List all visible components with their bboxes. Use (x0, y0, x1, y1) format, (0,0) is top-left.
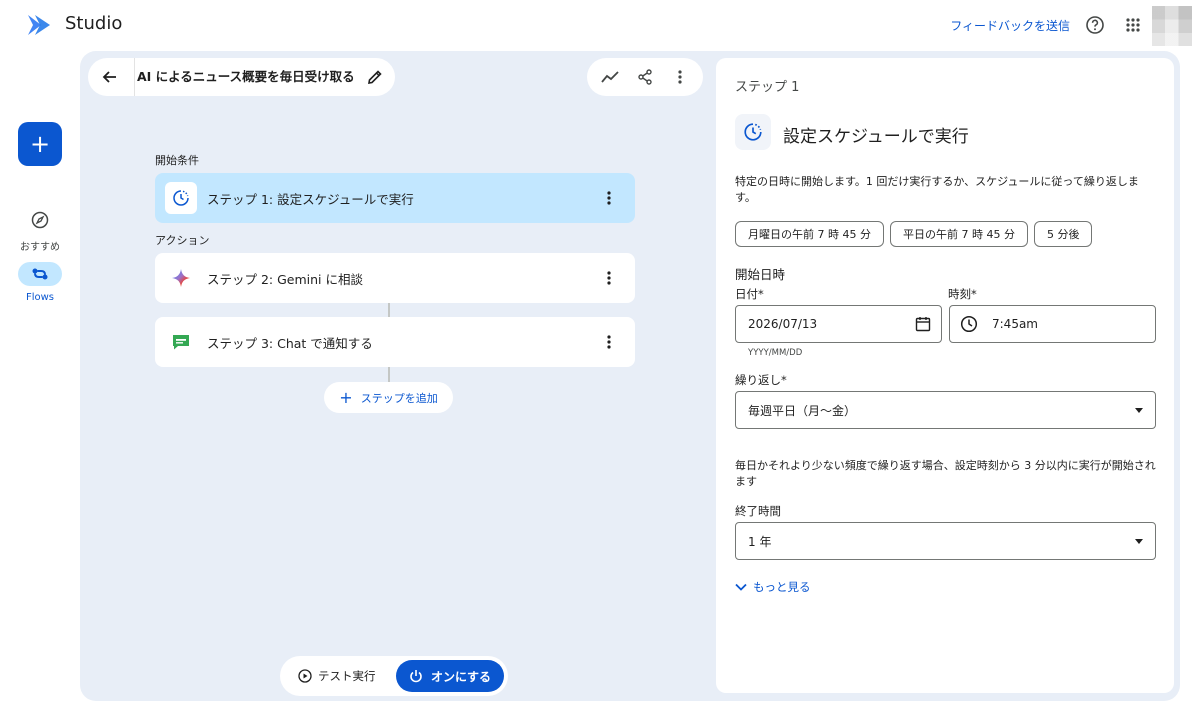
preset-chip-weekdays[interactable]: 平日の午前 7 時 45 分 (889, 221, 1028, 247)
more-vert-icon[interactable] (666, 63, 694, 91)
turn-on-button[interactable]: オンにする (396, 660, 504, 692)
time-label: 時刻* (948, 287, 977, 301)
start-conditions-label: 開始条件 (155, 154, 199, 167)
play-circle-icon (298, 669, 312, 683)
step-card-1[interactable]: ステップ 1: 設定スケジュールで実行 (155, 173, 635, 223)
help-icon[interactable] (1084, 14, 1106, 36)
calendar-icon[interactable] (915, 316, 931, 332)
test-run-button[interactable]: テスト実行 (298, 668, 376, 684)
add-step-button[interactable]: + ステップを追加 (324, 382, 453, 413)
gemini-sparkle-icon (165, 262, 197, 294)
date-value: 2026/07/13 (748, 317, 818, 331)
repeat-select[interactable]: 毎週平日（月〜金） (735, 391, 1156, 429)
flows-icon (18, 262, 62, 286)
step-menu-icon[interactable] (595, 264, 623, 292)
preset-chips: 月曜日の午前 7 時 45 分 平日の午前 7 時 45 分 5 分後 (735, 221, 1093, 247)
start-datetime-heading: 開始日時 (735, 267, 786, 282)
back-arrow-icon[interactable] (92, 59, 128, 95)
dropdown-arrow-icon (1135, 539, 1143, 544)
repeat-value: 毎週平日（月〜金） (748, 403, 857, 418)
end-time-value: 1 年 (748, 534, 772, 549)
schedule-icon (165, 182, 197, 214)
schedule-icon (735, 114, 771, 150)
step-menu-icon[interactable] (595, 328, 623, 356)
create-button[interactable]: + (18, 122, 62, 166)
step-label: ステップ 2: Gemini に相談 (207, 271, 364, 287)
date-label: 日付* (735, 287, 764, 301)
chevron-down-icon (735, 583, 747, 591)
app-title: Studio (65, 13, 123, 34)
chat-icon (165, 326, 197, 358)
step-label: ステップ 3: Chat で通知する (207, 335, 373, 351)
power-icon (410, 670, 422, 683)
step-card-2[interactable]: ステップ 2: Gemini に相談 (155, 253, 635, 303)
rail-item-label: おすすめ (20, 242, 60, 253)
flow-actions-bar: テスト実行 オンにする (280, 656, 508, 696)
repeat-note: 毎日かそれより少ない頻度で繰り返す場合、設定時刻から 3 分以内に実行が開始され… (735, 459, 1156, 488)
step-connector (388, 303, 390, 317)
panel-title: 設定スケジュールで実行 (783, 127, 969, 147)
rail-item-discover[interactable]: おすすめ (10, 208, 70, 253)
top-bar: Studio フィードバックを送信 (0, 0, 1200, 50)
flow-title-bar: AI によるニュース概要を毎日受け取る (88, 58, 395, 96)
flow-name: AI によるニュース概要を毎日受け取る (134, 58, 355, 96)
show-more-button[interactable]: もっと見る (735, 579, 811, 595)
preset-chip-monday[interactable]: 月曜日の午前 7 時 45 分 (735, 221, 884, 247)
flow-tools (587, 58, 703, 96)
edit-pencil-icon[interactable] (363, 65, 387, 89)
show-more-label: もっと見る (753, 580, 811, 594)
time-value: 7:45am (992, 317, 1038, 331)
test-run-label: テスト実行 (318, 669, 376, 683)
end-time-select[interactable]: 1 年 (735, 522, 1156, 560)
step-number: ステップ 1 (735, 80, 800, 95)
step-settings-panel: ステップ 1 設定スケジュールで実行 特定の日時に開始します。1 回だけ実行する… (716, 58, 1174, 693)
clock-icon (960, 315, 978, 333)
activity-chart-icon[interactable] (596, 63, 624, 91)
date-format-hint: YYYY/MM/DD (748, 348, 803, 358)
step-card-3[interactable]: ステップ 3: Chat で通知する (155, 317, 635, 367)
studio-logo-icon[interactable] (25, 11, 53, 39)
date-field[interactable]: 2026/07/13 (735, 305, 942, 343)
rail-item-flows[interactable]: Flows (10, 262, 70, 303)
panel-description: 特定の日時に開始します。1 回だけ実行するか、スケジュールに従って繰り返します。 (735, 175, 1139, 204)
feedback-link[interactable]: フィードバックを送信 (950, 17, 1070, 34)
dropdown-arrow-icon (1135, 408, 1143, 413)
share-icon[interactable] (631, 63, 659, 91)
turn-on-label: オンにする (430, 669, 492, 684)
apps-grid-icon[interactable] (1122, 14, 1144, 36)
end-time-label: 終了時間 (735, 504, 781, 518)
step-connector (388, 367, 390, 382)
add-step-label: ステップを追加 (360, 391, 438, 405)
plus-icon: + (339, 388, 353, 407)
preset-chip-5min[interactable]: 5 分後 (1033, 221, 1093, 247)
actions-label: アクション (155, 234, 210, 247)
step-label: ステップ 1: 設定スケジュールで実行 (207, 191, 414, 207)
time-field[interactable]: 7:45am (949, 305, 1156, 343)
rail-item-label: Flows (25, 292, 55, 303)
step-menu-icon[interactable] (595, 184, 623, 212)
account-avatar[interactable] (1152, 6, 1192, 46)
compass-icon (18, 208, 62, 232)
repeat-label: 繰り返し* (735, 373, 787, 387)
